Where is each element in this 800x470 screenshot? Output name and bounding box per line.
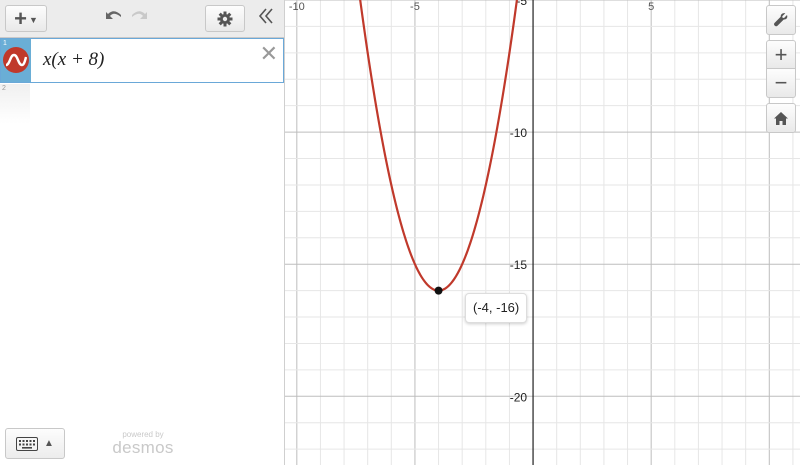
- zoom-out-button[interactable]: −: [766, 69, 796, 98]
- y-tick-label: -20: [510, 390, 528, 404]
- expression-panel: + ▼ 1 x(x + 8) ✕ 2 ▲ powered by desmos: [0, 0, 285, 465]
- vertex-point: [434, 286, 443, 295]
- zoom-in-button[interactable]: +: [766, 40, 796, 69]
- caret-up-icon: ▲: [44, 438, 54, 449]
- x-tick-label: 5: [648, 1, 654, 13]
- x-tick-label: -10: [289, 1, 305, 13]
- expression-tab[interactable]: 1: [1, 39, 31, 82]
- redo-icon[interactable]: [128, 5, 150, 33]
- expression-tab-empty[interactable]: 2: [0, 84, 30, 124]
- wrench-icon: [774, 13, 788, 27]
- expression-index: 1: [3, 40, 7, 47]
- y-tick-label: -15: [510, 258, 528, 272]
- graph-canvas[interactable]: -10 -5 5 -5 -10 -15 -20 + − (-4, -16): [285, 0, 800, 465]
- expression-input[interactable]: x(x + 8): [43, 49, 104, 71]
- settings-button[interactable]: [205, 5, 245, 32]
- add-item-button[interactable]: + ▼: [5, 5, 47, 32]
- expression-toolbar: + ▼: [0, 0, 284, 38]
- expression-row[interactable]: 1 x(x + 8) ✕: [0, 38, 284, 83]
- collapse-panel-button[interactable]: [258, 5, 274, 33]
- double-chevron-left-icon: [258, 8, 273, 24]
- plus-icon: +: [14, 5, 27, 31]
- powered-by-desmos[interactable]: powered by desmos: [112, 430, 174, 458]
- caret-down-icon: ▼: [28, 15, 38, 25]
- undo-icon[interactable]: [103, 5, 125, 33]
- keyboard-toggle-button[interactable]: ▲: [5, 428, 65, 459]
- graph-settings-button[interactable]: [766, 5, 796, 35]
- expression-index: 2: [2, 85, 6, 92]
- keyboard-icon: [16, 436, 39, 451]
- delete-expression-icon[interactable]: ✕: [260, 41, 278, 67]
- x-tick-label: -5: [410, 1, 420, 13]
- desmos-logo: desmos: [112, 438, 174, 457]
- graph-svg[interactable]: -10 -5 5 -5 -10 -15 -20: [285, 0, 800, 465]
- y-tick-label: -5: [516, 0, 527, 8]
- y-tick-label: -10: [510, 126, 528, 140]
- point-coordinate-label[interactable]: (-4, -16): [465, 293, 528, 323]
- graph-visibility-icon[interactable]: [3, 47, 29, 73]
- home-icon: [774, 111, 788, 125]
- gear-icon: [217, 11, 233, 26]
- default-viewport-button[interactable]: [766, 103, 796, 133]
